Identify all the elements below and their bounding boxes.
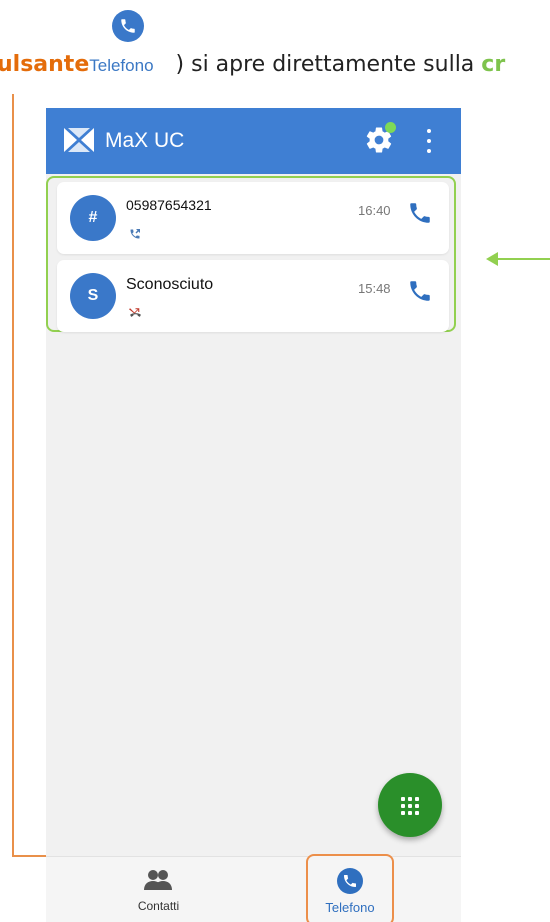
- caption-text: ulsanteTelefono ) si apre direttamente su…: [0, 52, 505, 77]
- call-back-icon[interactable]: [407, 278, 435, 306]
- caption-button-name: Telefono: [89, 56, 154, 75]
- caption-suffix: cr: [481, 52, 506, 77]
- phone-screen: MaX UC # 05987654321 16:40 S Sconosciuto…: [46, 108, 461, 922]
- nav-tab-phone[interactable]: Telefono: [306, 854, 394, 922]
- contacts-icon: [144, 869, 172, 896]
- call-list-item[interactable]: # 05987654321 16:40: [57, 182, 449, 254]
- annotation-green-arrow-head: [486, 252, 498, 266]
- caption-middle: ) si apre direttamente sulla: [175, 52, 475, 77]
- bottom-navigation: Contatti Telefono: [46, 854, 461, 922]
- dialpad-icon: [401, 797, 419, 815]
- missed-call-icon: [129, 305, 142, 323]
- max-logo-icon: [64, 128, 94, 157]
- avatar: S: [70, 273, 116, 319]
- call-name: 05987654321: [126, 197, 212, 213]
- call-name: Sconosciuto: [126, 276, 214, 293]
- status-dot: [385, 122, 396, 133]
- caption-prefix: ulsante: [0, 52, 90, 77]
- nav-tab-contacts-label: Contatti: [137, 899, 180, 913]
- app-title: MaX UC: [105, 129, 185, 152]
- annotation-line-vertical: [12, 94, 14, 856]
- call-time: 16:40: [358, 203, 391, 218]
- nav-tab-phone-label: Telefono: [325, 900, 375, 915]
- dialpad-button[interactable]: [378, 773, 442, 837]
- call-list-item[interactable]: S Sconosciuto 15:48: [57, 260, 449, 332]
- nav-tab-contacts[interactable]: Contatti: [106, 857, 211, 922]
- avatar: #: [70, 195, 116, 241]
- annotation-green-line: [496, 258, 550, 260]
- call-back-icon[interactable]: [407, 200, 435, 228]
- outgoing-call-icon: [129, 227, 141, 245]
- app-bar: MaX UC: [46, 108, 461, 174]
- caption-phone-icon: [112, 10, 144, 42]
- more-vert-icon[interactable]: [424, 129, 434, 153]
- phone-icon: [337, 868, 363, 894]
- call-time: 15:48: [358, 281, 391, 296]
